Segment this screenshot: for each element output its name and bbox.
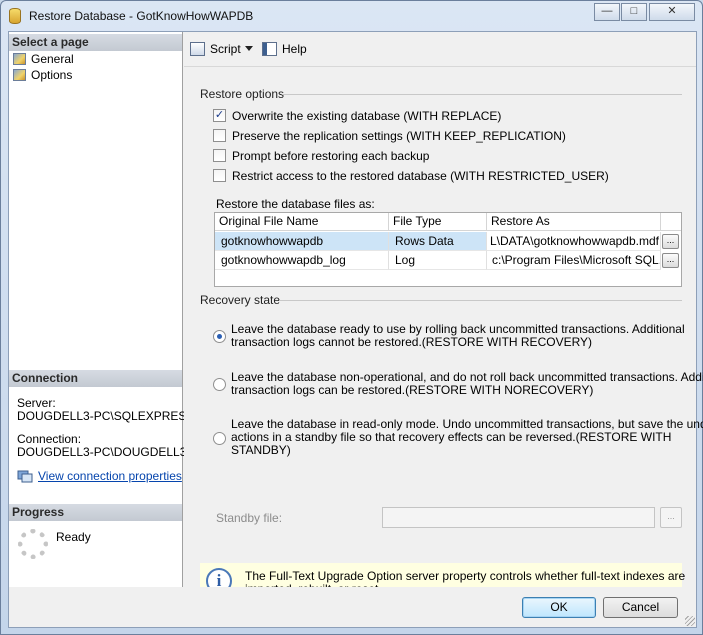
script-icon — [190, 42, 205, 56]
connection-properties-icon — [17, 470, 33, 483]
connection-value: DOUGDELL3-PC\DOUGDELL3 — [17, 445, 187, 459]
progress-status: Ready — [56, 530, 91, 544]
browse-button[interactable]: ... — [662, 234, 679, 249]
original-file-cell: gotknowhowwapdb — [215, 232, 389, 251]
restore-database-window: Restore Database - GotKnowHowWAPDB — □ ✕… — [0, 0, 703, 635]
view-connection-properties-link[interactable]: View connection properties — [38, 469, 182, 483]
file-type-cell: Log — [389, 251, 487, 270]
norecovery-radio[interactable] — [213, 378, 226, 391]
original-file-cell: gotknowhowwapdb_log — [215, 251, 389, 270]
restore-as-input[interactable]: L\DATA\gotknowhowwapdb.mdf — [487, 232, 661, 251]
preserve-replication-checkbox[interactable] — [213, 129, 226, 142]
overwrite-checkbox[interactable]: ✓ — [213, 109, 226, 122]
restore-as-input[interactable]: c:\Program Files\Microsoft SQL... — [487, 251, 661, 270]
norecovery-label-line2: transaction logs can be restored.(RESTOR… — [231, 383, 594, 397]
toolbar: Script Help — [184, 32, 696, 65]
restrict-access-label: Restrict access to the restored database… — [232, 169, 609, 183]
page-wrench-icon — [13, 69, 26, 81]
cancel-button[interactable]: Cancel — [603, 597, 678, 618]
standby-label-line3: STANDBY) — [231, 443, 291, 457]
page-wrench-icon — [13, 53, 26, 65]
standby-label-line2: actions in a standby file so that recove… — [231, 430, 672, 444]
left-pane: Select a page General Options Connection… — [9, 32, 194, 587]
table-row[interactable]: gotknowhowwapdb_log Log c:\Program Files… — [215, 251, 681, 270]
recovery-state-title: Recovery state — [200, 293, 281, 307]
script-label: Script — [210, 42, 241, 56]
column-original-file-name[interactable]: Original File Name — [215, 213, 389, 231]
dialog-client-area: Select a page General Options Connection… — [8, 31, 703, 628]
restrict-access-checkbox[interactable] — [213, 169, 226, 182]
maximize-button[interactable]: □ — [621, 3, 647, 21]
page-item-label: Options — [31, 68, 73, 82]
restore-options-title: Restore options — [200, 87, 285, 101]
window-title: Restore Database - GotKnowHowWAPDB — [29, 9, 254, 23]
close-button[interactable]: ✕ — [649, 3, 695, 21]
help-book-icon — [262, 42, 277, 56]
standby-browse-button[interactable]: ... — [660, 507, 682, 528]
browse-button[interactable]: ... — [662, 253, 679, 268]
help-label: Help — [282, 42, 307, 56]
ok-button[interactable]: OK — [522, 597, 596, 618]
page-item-label: General — [31, 52, 74, 66]
standby-file-input[interactable] — [382, 507, 655, 528]
dialog-footer: OK Cancel — [9, 587, 696, 627]
grid-header: Original File Name File Type Restore As — [215, 213, 681, 231]
title-bar[interactable]: Restore Database - GotKnowHowWAPDB — □ ✕ — [1, 1, 702, 31]
options-content: Restore options ✓ Overwrite the existing… — [184, 66, 703, 600]
prompt-before-restoring-checkbox[interactable] — [213, 149, 226, 162]
minimize-button[interactable]: — — [594, 3, 620, 21]
select-page-header: Select a page — [9, 34, 182, 51]
right-pane: Script Help Restore options ✓ Overwrite … — [184, 32, 703, 600]
page-item-options[interactable]: Options — [13, 68, 72, 83]
database-icon — [9, 8, 21, 24]
progress-header: Progress — [9, 504, 182, 521]
page-item-general[interactable]: General — [13, 52, 74, 67]
restore-files-label: Restore the database files as: — [216, 197, 375, 211]
standby-radio[interactable] — [213, 432, 226, 445]
recovery-label-line2: transaction logs cannot be restored.(RES… — [231, 335, 593, 349]
connection-header: Connection — [9, 370, 182, 387]
prompt-before-restoring-label: Prompt before restoring each backup — [232, 149, 430, 163]
progress-spinner-icon — [18, 529, 48, 559]
recovery-radio[interactable] — [213, 330, 226, 343]
overwrite-label: Overwrite the existing database (WITH RE… — [232, 109, 502, 123]
preserve-replication-label: Preserve the replication settings (WITH … — [232, 129, 566, 143]
standby-file-label: Standby file: — [216, 511, 283, 525]
recovery-state-divider — [279, 300, 682, 301]
file-type-cell: Rows Data — [389, 232, 487, 251]
column-file-type[interactable]: File Type — [389, 213, 487, 231]
restore-files-grid: Original File Name File Type Restore As … — [214, 212, 682, 287]
column-restore-as[interactable]: Restore As — [487, 213, 661, 231]
script-dropdown-icon[interactable] — [245, 46, 253, 51]
table-row[interactable]: gotknowhowwapdb Rows Data L\DATA\gotknow… — [215, 232, 681, 251]
restore-options-divider — [282, 94, 682, 95]
resize-grip-icon[interactable] — [685, 616, 695, 626]
server-value: DOUGDELL3-PC\SQLEXPRESS — [17, 409, 195, 423]
view-connection-properties[interactable]: View connection properties — [17, 469, 182, 483]
